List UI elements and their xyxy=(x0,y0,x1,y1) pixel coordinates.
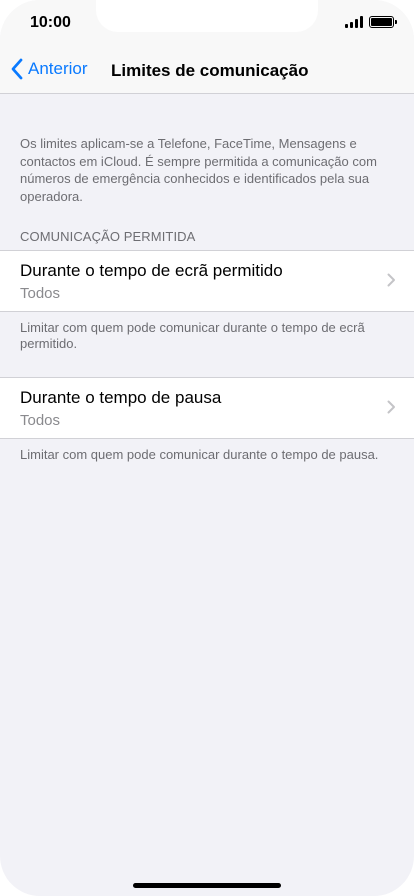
chevron-right-icon xyxy=(387,273,395,287)
status-bar: 10:00 xyxy=(0,0,414,48)
chevron-right-icon xyxy=(387,400,395,414)
status-time: 10:00 xyxy=(30,14,71,31)
settings-group-downtime: Durante o tempo de pausa Todos xyxy=(0,377,414,439)
notch xyxy=(96,0,318,32)
settings-content: Os limites aplicam-se a Telefone, FaceTi… xyxy=(0,95,414,463)
cell-value: Todos xyxy=(20,412,61,429)
allowed-screen-time-cell[interactable]: Durante o tempo de ecrã permitido Todos xyxy=(0,251,414,311)
group-footer: Limitar com quem pode comunicar durante … xyxy=(20,320,365,351)
intro-text: Os limites aplicam-se a Telefone, FaceTi… xyxy=(20,136,377,204)
downtime-cell[interactable]: Durante o tempo de pausa Todos xyxy=(0,378,414,438)
cell-title: Durante o tempo de ecrã permitido xyxy=(20,261,283,280)
group-footer: Limitar com quem pode comunicar durante … xyxy=(20,447,379,462)
back-button-label: Anterior xyxy=(28,59,88,78)
phone-screen: 10:00 Anterior Limites de comunicação Os… xyxy=(0,0,414,896)
cell-value: Todos xyxy=(20,285,61,302)
settings-group-screen-time: Durante o tempo de ecrã permitido Todos xyxy=(0,250,414,312)
status-icons xyxy=(345,16,397,28)
back-button[interactable]: Anterior xyxy=(10,58,88,80)
home-indicator[interactable] xyxy=(133,883,281,888)
battery-icon xyxy=(369,16,397,28)
section-header: COMUNICAÇÃO PERMITIDA xyxy=(20,229,196,244)
navigation-bar: Anterior Limites de comunicação xyxy=(0,48,414,94)
cellular-signal-icon xyxy=(345,16,363,28)
page-title: Limites de comunicação xyxy=(111,61,309,80)
cell-title: Durante o tempo de pausa xyxy=(20,388,222,407)
chevron-left-icon xyxy=(11,58,23,80)
